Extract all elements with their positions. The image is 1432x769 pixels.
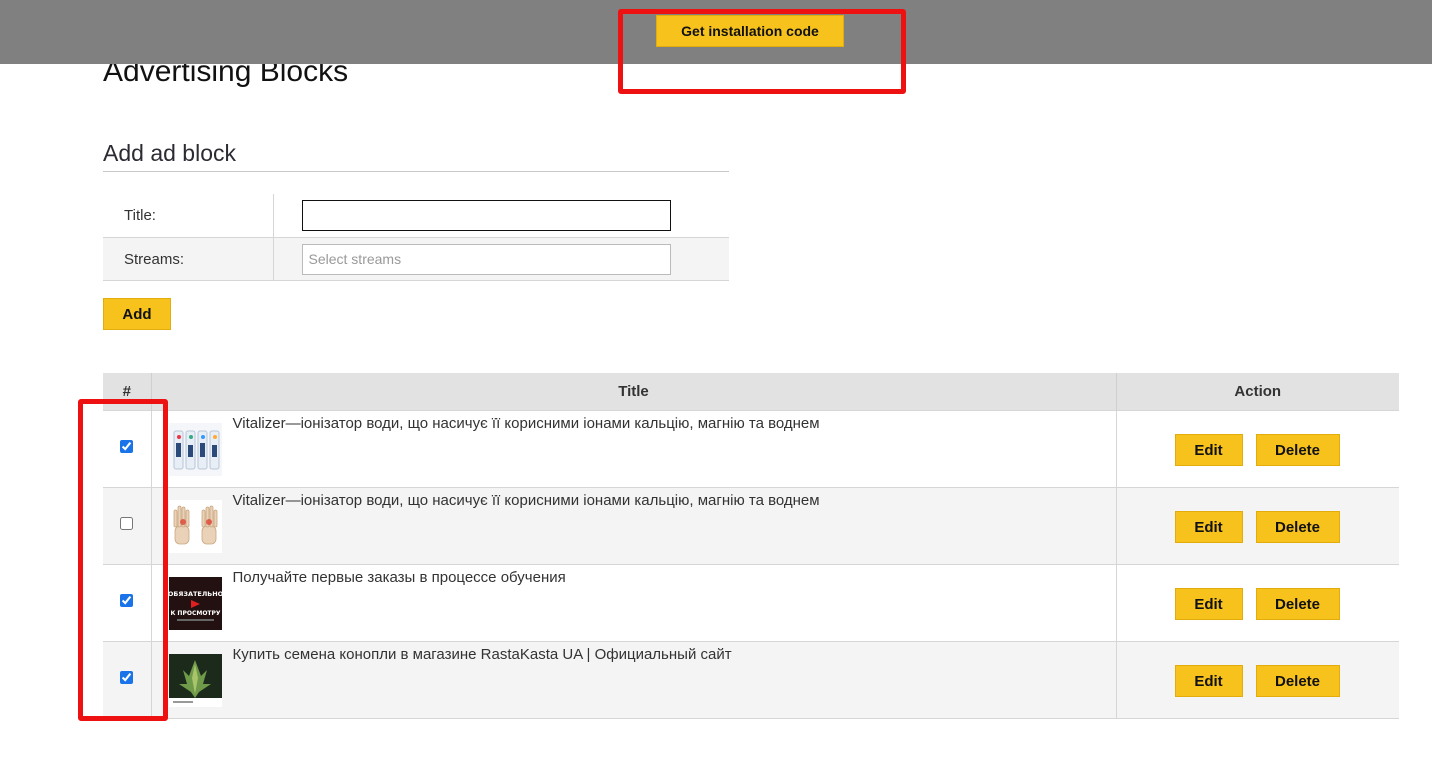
section-divider [103, 171, 729, 172]
thumb-caption-line2: К ПРОСМОТРУ [170, 610, 220, 617]
add-ad-block-form: Title: Streams: [103, 194, 729, 281]
table-row: Vitalizer—іонізатор води, що насичує її … [103, 410, 1399, 488]
top-bar: Get installation code [0, 0, 1432, 64]
delete-button[interactable]: Delete [1255, 511, 1340, 543]
edit-button[interactable]: Edit [1174, 511, 1243, 543]
add-button[interactable]: Add [103, 298, 171, 330]
table-row: Купить семена конопли в магазине RastaKa… [103, 641, 1399, 719]
column-header-title: Title [151, 373, 1117, 411]
add-ad-block-title: Add ad block [103, 140, 236, 166]
row-select-checkbox[interactable] [120, 440, 134, 453]
row-select-checkbox[interactable] [120, 671, 134, 684]
water-ionizer-thumbnail [168, 423, 222, 476]
row-title: Купить семена конопли в магазине RastaKa… [232, 646, 732, 663]
streams-select-input[interactable] [301, 243, 671, 275]
hands-xray-thumbnail [168, 500, 222, 553]
delete-button[interactable]: Delete [1255, 434, 1340, 466]
get-installation-code-button[interactable]: Get installation code [656, 15, 844, 47]
row-select-checkbox[interactable] [120, 517, 134, 530]
delete-button[interactable]: Delete [1255, 588, 1340, 620]
row-select-checkbox[interactable] [120, 594, 134, 607]
column-header-num: # [103, 373, 152, 411]
row-title: Vitalizer—іонізатор води, що насичує її … [232, 415, 820, 432]
streams-label: Streams: [103, 237, 274, 281]
thumb-caption-line1: ОБЯЗАТЕЛЬНО [169, 590, 222, 598]
ad-blocks-table: # Title Action Vitalizer—іонізатор води,… [103, 373, 1399, 719]
edit-button[interactable]: Edit [1174, 588, 1243, 620]
cannabis-plant-thumbnail [168, 654, 222, 707]
table-row: ОБЯЗАТЕЛЬНО К ПРОСМОТРУ Получайте первые… [103, 564, 1399, 642]
column-header-action: Action [1116, 373, 1399, 411]
title-input[interactable] [301, 200, 671, 231]
row-title: Получайте первые заказы в процессе обуче… [232, 569, 566, 586]
table-row: Vitalizer—іонізатор води, що насичує її … [103, 487, 1399, 565]
title-label: Title: [103, 194, 274, 238]
row-title: Vitalizer—іонізатор води, що насичує її … [232, 492, 820, 509]
video-promo-thumbnail: ОБЯЗАТЕЛЬНО К ПРОСМОТРУ [168, 577, 222, 630]
edit-button[interactable]: Edit [1174, 665, 1243, 697]
delete-button[interactable]: Delete [1255, 665, 1340, 697]
edit-button[interactable]: Edit [1174, 434, 1243, 466]
